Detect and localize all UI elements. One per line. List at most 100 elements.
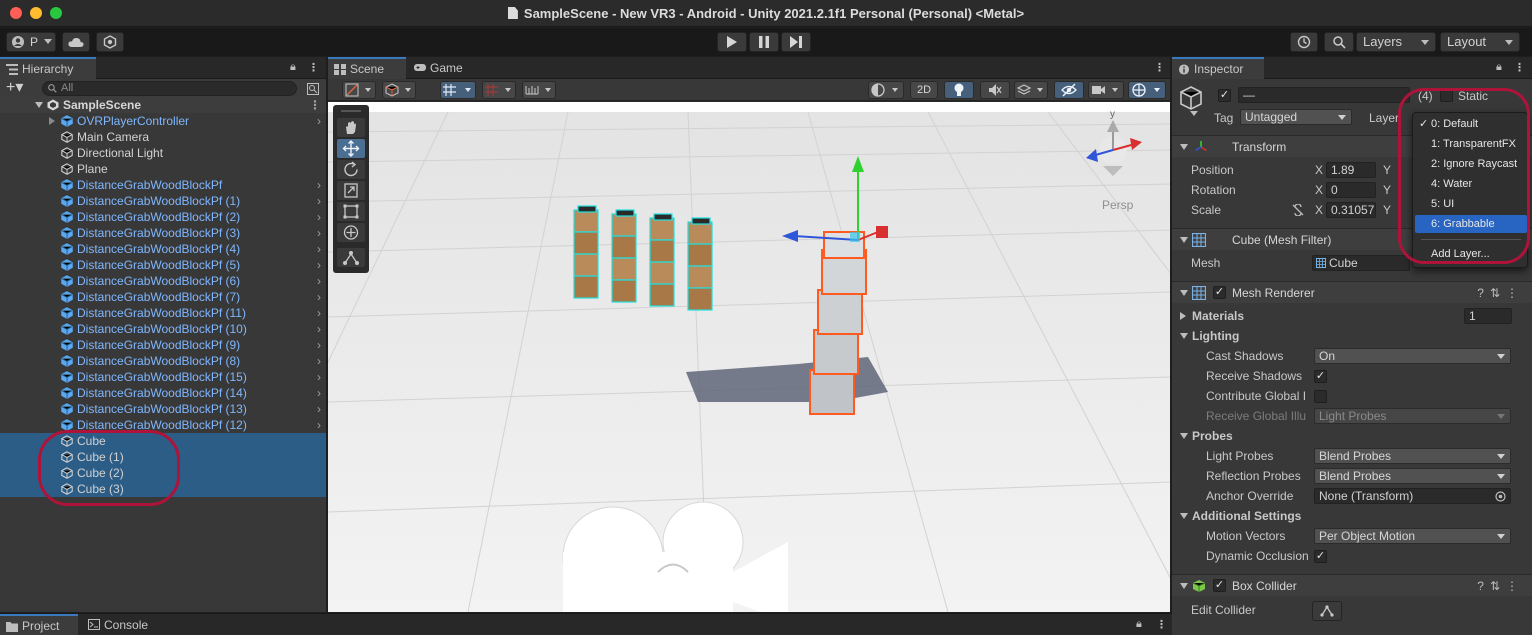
lighting-row[interactable]: Lighting [1172, 326, 1532, 346]
hierarchy-item[interactable]: OVRPlayerController › [0, 113, 326, 129]
active-checkbox[interactable]: ✓ [1218, 89, 1231, 102]
hierarchy-item[interactable]: DistanceGrabWoodBlockPf (11) › [0, 305, 326, 321]
tag-dropdown[interactable]: Untagged [1240, 109, 1352, 125]
anchor-override-field[interactable]: None (Transform) [1314, 488, 1511, 504]
pause-button[interactable] [749, 32, 779, 52]
more-options-icon[interactable]: ⋮ [308, 61, 319, 74]
materials-row[interactable]: Materials 1 [1172, 306, 1532, 326]
chevron-right-icon[interactable]: › [317, 241, 321, 257]
hierarchy-item[interactable]: DistanceGrabWoodBlockPf (8) › [0, 353, 326, 369]
mesh-object-field[interactable]: Cube [1312, 255, 1410, 271]
chevron-right-icon[interactable]: › [317, 305, 321, 321]
chevron-down-icon[interactable] [1190, 111, 1198, 116]
chevron-right-icon[interactable]: › [317, 209, 321, 225]
mesh-renderer-header[interactable]: ✓ Mesh Renderer ?⇅⋮ [1172, 281, 1532, 303]
shading-dropdown[interactable] [868, 81, 904, 99]
tab-game[interactable]: Game [408, 57, 478, 79]
chevron-right-icon[interactable]: › [317, 289, 321, 305]
lock-icon[interactable]: 🔒︎ [290, 61, 296, 74]
chevron-right-icon[interactable]: › [317, 113, 321, 129]
chevron-right-icon[interactable]: › [317, 225, 321, 241]
scene-visibility-toggle[interactable] [1054, 81, 1084, 99]
lighting-toggle[interactable] [944, 81, 974, 99]
box-collider-enabled-checkbox[interactable]: ✓ [1213, 579, 1226, 592]
position-x-field[interactable]: 1.89 [1326, 162, 1376, 178]
expand-arrow-icon[interactable] [49, 117, 55, 125]
hierarchy-item[interactable]: DistanceGrabWoodBlockPf (3) › [0, 225, 326, 241]
camera-dropdown[interactable] [1088, 81, 1124, 99]
custom-tool-button[interactable] [337, 248, 365, 267]
hierarchy-item[interactable]: Main Camera [0, 129, 326, 145]
transform-tool-button[interactable] [337, 223, 365, 242]
object-name-field[interactable]: — [1238, 87, 1410, 103]
probes-row[interactable]: Probes [1172, 426, 1532, 446]
render-mode-dropdown[interactable] [382, 81, 416, 99]
rotate-tool-button[interactable] [337, 160, 365, 179]
lock-icon[interactable]: 🔒︎ [1496, 61, 1502, 74]
cloud-button[interactable] [62, 32, 90, 52]
hierarchy-item[interactable]: DistanceGrabWoodBlockPf (13) › [0, 401, 326, 417]
mesh-renderer-enabled-checkbox[interactable]: ✓ [1213, 286, 1226, 299]
chevron-right-icon[interactable]: › [317, 369, 321, 385]
increment-snap-dropdown[interactable] [482, 81, 516, 99]
scale-x-field[interactable]: 0.31057 [1326, 202, 1376, 218]
chevron-right-icon[interactable]: › [317, 193, 321, 209]
chevron-right-icon[interactable]: › [317, 353, 321, 369]
constrain-proportions-icon[interactable] [1291, 204, 1305, 216]
perspective-label[interactable]: Persp [1102, 198, 1133, 212]
layout-dropdown[interactable]: Layout [1440, 32, 1520, 52]
edit-collider-button[interactable] [1312, 601, 1342, 621]
2d-toggle[interactable]: 2D [910, 81, 938, 99]
fold-arrow-icon[interactable] [1180, 237, 1188, 243]
tab-inspector[interactable]: Inspector [1172, 57, 1264, 79]
move-tool-button[interactable] [337, 139, 365, 158]
light-probes-dropdown[interactable]: Blend Probes [1314, 448, 1511, 464]
lock-icon[interactable]: 🔒︎ [1136, 618, 1142, 631]
more-options-icon[interactable]: ⋮ [1156, 618, 1167, 631]
chevron-right-icon[interactable]: › [317, 177, 321, 193]
layers-dropdown[interactable]: Layers [1356, 32, 1436, 52]
step-button[interactable] [781, 32, 811, 52]
filter-icon[interactable] [307, 83, 319, 95]
receive-shadows-checkbox[interactable]: ✓ [1314, 370, 1327, 383]
hierarchy-item[interactable]: DistanceGrabWoodBlockPf (2) › [0, 209, 326, 225]
hierarchy-item[interactable]: DistanceGrabWoodBlockPf › [0, 177, 326, 193]
collab-button[interactable] [96, 32, 124, 52]
search-button[interactable] [1324, 32, 1354, 52]
play-button[interactable] [717, 32, 747, 52]
grid-snap-toggle[interactable] [440, 81, 476, 99]
hierarchy-item[interactable]: DistanceGrabWoodBlockPf (7) › [0, 289, 326, 305]
fold-arrow-icon[interactable] [1180, 312, 1186, 320]
tab-scene[interactable]: Scene [328, 57, 406, 79]
expand-arrow-icon[interactable] [35, 102, 43, 108]
chevron-right-icon[interactable]: › [317, 273, 321, 289]
component-header-icons[interactable]: ?⇅⋮ [1477, 282, 1524, 304]
hierarchy-item[interactable]: DistanceGrabWoodBlockPf (6) › [0, 273, 326, 289]
tab-console[interactable]: Console [82, 614, 162, 635]
contribute-gi-checkbox[interactable] [1314, 390, 1327, 403]
chevron-right-icon[interactable]: › [317, 321, 321, 337]
hierarchy-item[interactable]: DistanceGrabWoodBlockPf (9) › [0, 337, 326, 353]
object-picker-icon[interactable] [1495, 491, 1506, 502]
chevron-right-icon[interactable]: › [317, 337, 321, 353]
rotation-x-field[interactable]: 0 [1326, 182, 1376, 198]
hierarchy-item[interactable]: DistanceGrabWoodBlockPf (10) › [0, 321, 326, 337]
fold-arrow-icon[interactable] [1180, 333, 1188, 339]
cast-shadows-dropdown[interactable]: On [1314, 348, 1511, 364]
hand-tool-button[interactable] [337, 118, 365, 137]
hierarchy-item[interactable]: DistanceGrabWoodBlockPf (5) › [0, 257, 326, 273]
more-options-icon[interactable]: ⋮ [1514, 61, 1525, 74]
hierarchy-item[interactable]: Directional Light [0, 145, 326, 161]
palette-grip-icon[interactable] [341, 110, 361, 112]
tab-hierarchy[interactable]: Hierarchy [0, 57, 96, 79]
audio-toggle[interactable] [980, 81, 1010, 99]
box-collider-header[interactable]: ✓ Box Collider ?⇅⋮ [1172, 574, 1532, 596]
fold-arrow-icon[interactable] [1180, 144, 1188, 150]
hierarchy-item[interactable]: Plane [0, 161, 326, 177]
account-dropdown[interactable]: P [6, 32, 56, 52]
motion-vectors-dropdown[interactable]: Per Object Motion [1314, 528, 1511, 544]
hierarchy-item[interactable]: DistanceGrabWoodBlockPf (12) › [0, 417, 326, 433]
hierarchy-item[interactable]: DistanceGrabWoodBlockPf (4) › [0, 241, 326, 257]
more-options-icon[interactable]: ⋮ [309, 97, 321, 113]
chevron-right-icon[interactable]: › [317, 401, 321, 417]
